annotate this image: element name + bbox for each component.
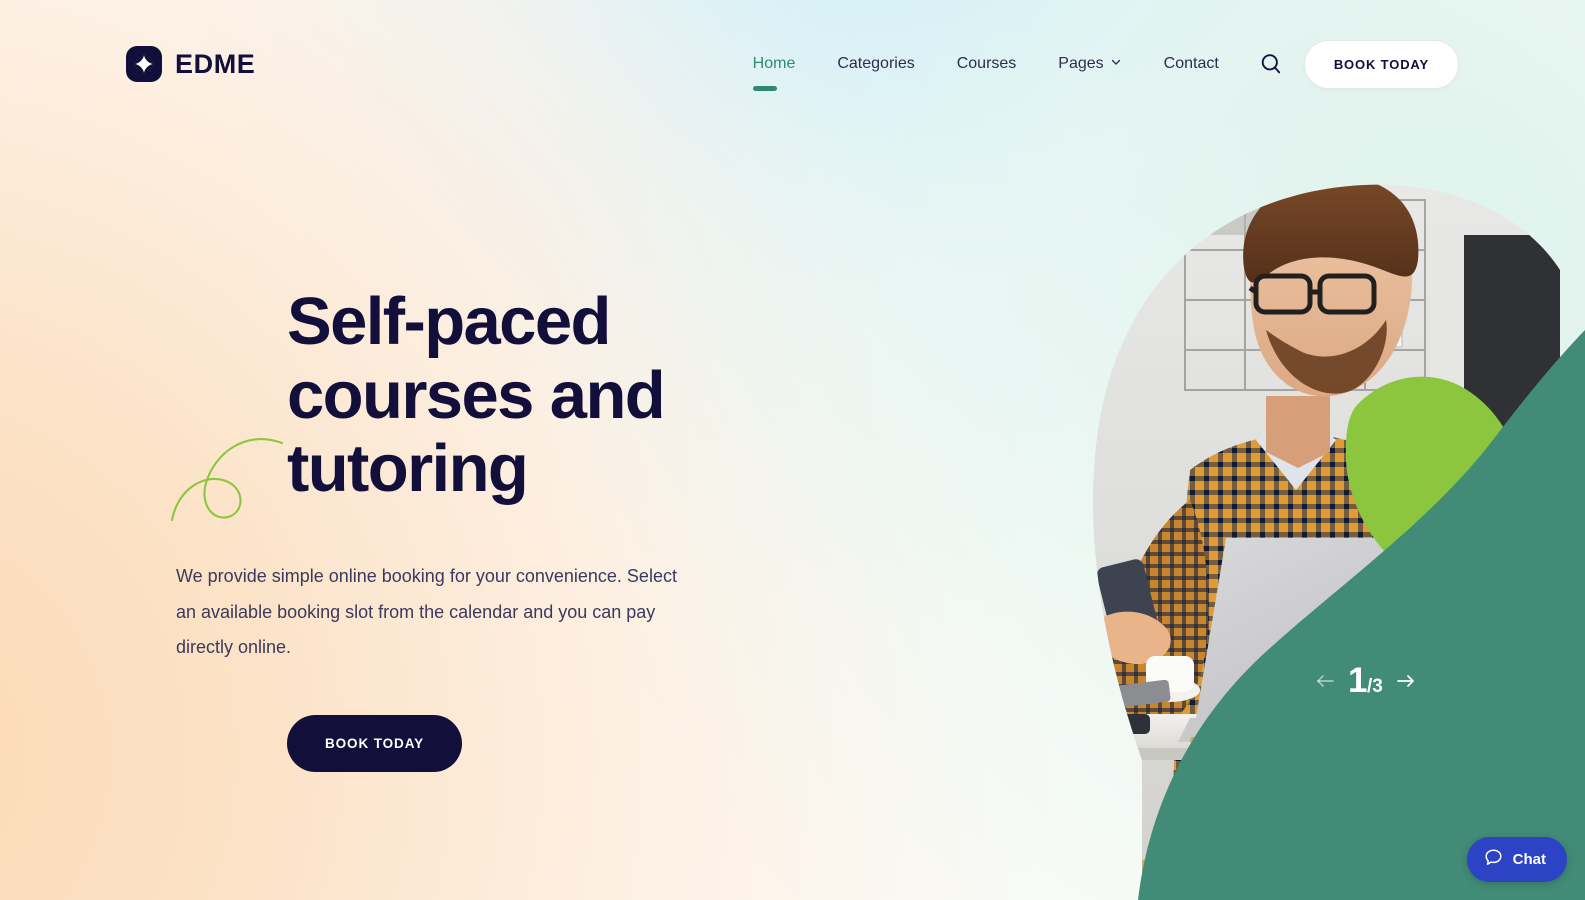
search-icon[interactable] (1256, 49, 1286, 79)
chat-widget-button[interactable]: Chat (1466, 837, 1567, 882)
diamond-star-icon (126, 46, 162, 82)
nav-item-courses[interactable]: Courses (936, 47, 1038, 81)
hero-visual (630, 0, 1585, 900)
hero-book-today-button[interactable]: BOOK TODAY (287, 715, 463, 773)
arrow-left-icon[interactable] (1308, 666, 1342, 696)
speech-bubble-icon (1484, 848, 1503, 871)
slider-control: 1 /3 (1308, 663, 1423, 698)
active-indicator (752, 86, 777, 91)
main-navigation: Home Categories Courses Pages Contact BO… (732, 39, 1459, 91)
nav-label-courses: Courses (956, 55, 1017, 72)
hero-content: Self-paced courses and tutoring We provi… (170, 284, 716, 773)
brand-logo[interactable]: EDME (126, 46, 255, 82)
nav-item-home[interactable]: Home (732, 47, 817, 91)
nav-label-home: Home (752, 55, 796, 72)
nav-item-contact[interactable]: Contact (1143, 47, 1240, 81)
slide-current: 1 (1348, 661, 1367, 700)
header-book-today-button[interactable]: BOOK TODAY (1303, 39, 1459, 89)
nav-label-categories: Categories (837, 55, 915, 72)
hero-paragraph: We provide simple online booking for you… (176, 566, 677, 657)
nav-item-categories[interactable]: Categories (816, 47, 935, 81)
chevron-down-icon (1110, 55, 1122, 73)
brand-name: EDME (175, 48, 256, 79)
chat-label: Chat (1512, 851, 1546, 868)
arrow-right-icon[interactable] (1389, 666, 1423, 696)
slide-total: /3 (1366, 676, 1383, 697)
page-root: EDME Home Categories Courses Pages Conta… (0, 0, 1585, 900)
decorative-squiggle-icon (170, 415, 300, 525)
nav-label-pages: Pages (1058, 55, 1104, 72)
nav-item-pages[interactable]: Pages (1037, 47, 1142, 81)
hero-title: Self-paced courses and tutoring (287, 284, 666, 507)
slide-counter: 1 /3 (1342, 663, 1389, 698)
nav-label-contact: Contact (1163, 55, 1219, 72)
site-header: EDME Home Categories Courses Pages Conta… (0, 0, 1585, 128)
